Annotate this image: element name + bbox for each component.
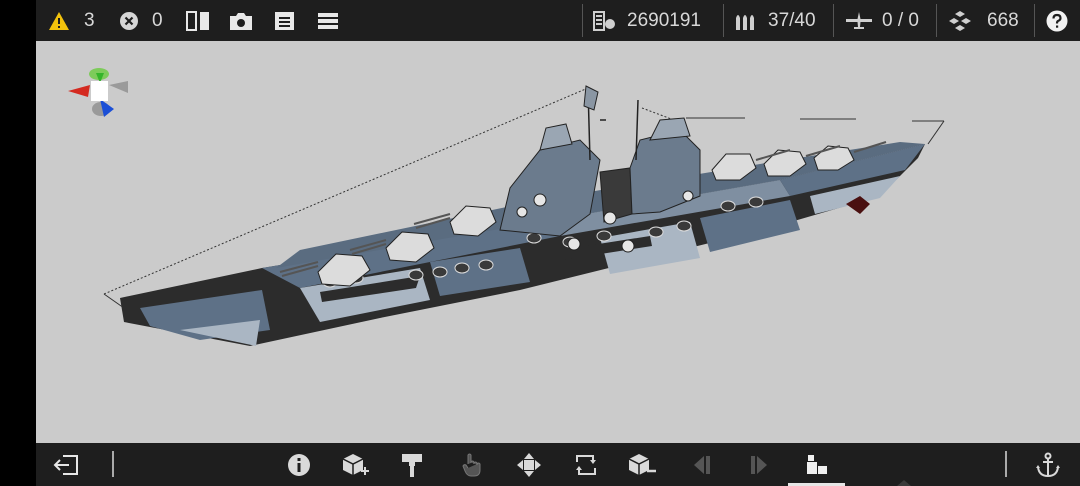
camera-icon — [230, 12, 252, 30]
help-button[interactable] — [1046, 0, 1068, 41]
save-icon — [275, 11, 294, 30]
bottom-toolbar — [36, 443, 1080, 486]
move-button[interactable] — [513, 449, 545, 481]
prev-button[interactable] — [686, 449, 718, 481]
move-icon — [517, 453, 541, 477]
exit-icon — [53, 455, 78, 475]
remove-part-icon — [628, 454, 656, 475]
anchor-icon — [1036, 452, 1060, 478]
menu-button[interactable] — [318, 0, 338, 41]
assembly-icon — [807, 455, 827, 474]
parts-stat: 668 — [947, 0, 1019, 41]
help-icon — [1046, 10, 1068, 31]
assembly-button[interactable] — [801, 449, 833, 481]
mirror-button[interactable] — [186, 0, 210, 41]
add-part-button[interactable] — [339, 449, 371, 481]
paint-icon — [402, 454, 422, 477]
paint-button[interactable] — [396, 449, 428, 481]
weight-value: 2690191 — [627, 9, 701, 31]
remove-part-button[interactable] — [626, 449, 658, 481]
ammo-value: 37/40 — [768, 9, 816, 31]
anchor-button[interactable] — [1032, 449, 1064, 481]
aircraft-stat: 0 / 0 — [844, 0, 919, 41]
3d-viewport[interactable] — [36, 41, 1080, 443]
rotate-icon — [576, 455, 596, 475]
info-button[interactable] — [283, 449, 315, 481]
exit-button[interactable] — [50, 449, 82, 481]
next-button[interactable] — [743, 449, 775, 481]
error-icon — [120, 11, 138, 30]
parts-value: 668 — [987, 9, 1019, 31]
top-toolbar: 3 0 2690191 37/40 0 / 0 668 — [36, 0, 1080, 41]
prev-icon — [694, 456, 710, 474]
warnings-count: 3 — [84, 9, 95, 31]
camera-button[interactable] — [229, 0, 253, 41]
weight-stat: 2690191 — [593, 0, 701, 41]
ammo-stat: 37/40 — [734, 0, 816, 41]
panel-handle[interactable] — [897, 480, 911, 486]
menu-icon — [318, 12, 338, 29]
warnings-indicator[interactable]: 3 — [48, 0, 95, 41]
next-icon — [751, 456, 767, 474]
rotate-button[interactable] — [570, 449, 602, 481]
errors-count: 0 — [152, 9, 163, 31]
select-hand-button[interactable] — [456, 449, 488, 481]
add-part-icon — [342, 454, 369, 475]
select-hand-icon — [462, 453, 481, 477]
left-edge — [0, 0, 36, 486]
battleship-model[interactable] — [36, 41, 1080, 443]
mirror-icon — [186, 10, 209, 31]
warning-icon — [49, 11, 69, 30]
info-icon — [288, 454, 310, 476]
parts-icon — [949, 10, 971, 31]
errors-indicator[interactable]: 0 — [120, 0, 163, 41]
weight-icon — [593, 10, 615, 31]
aircraft-value: 0 / 0 — [882, 9, 919, 31]
ammo-icon — [736, 14, 754, 30]
aircraft-icon — [846, 11, 872, 29]
save-button[interactable] — [274, 0, 295, 41]
